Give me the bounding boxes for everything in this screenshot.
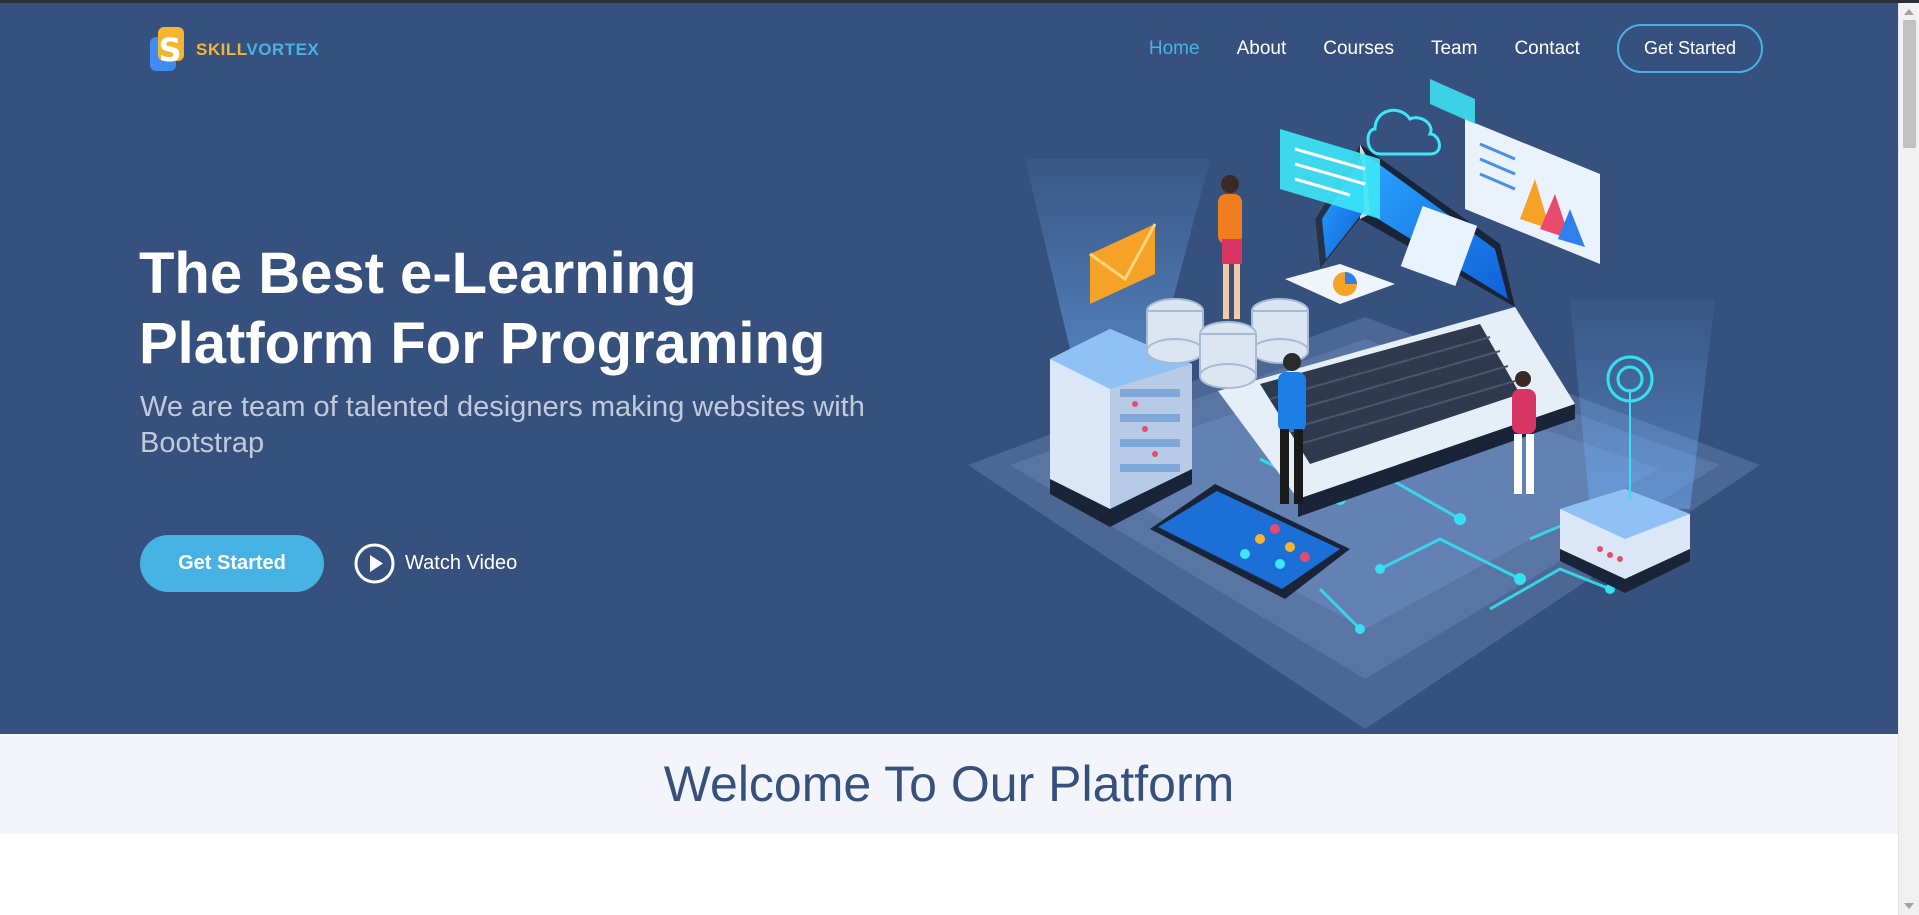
hero-title-line2: Platform For Programing [139,311,826,376]
nav-about[interactable]: About [1237,38,1287,60]
skillvortex-logo-icon: S [150,27,188,73]
nav-courses[interactable]: Courses [1323,38,1394,60]
hero-title: The Best e-Learning Platform For Program… [139,239,959,379]
get-started-button[interactable]: Get Started [140,535,324,592]
nav-contact[interactable]: Contact [1514,38,1579,60]
page-scrollbar[interactable] [1898,3,1919,915]
welcome-section: Welcome To Our Platform [0,734,1898,834]
welcome-title: Welcome To Our Platform [663,756,1235,812]
scroll-up-icon[interactable] [1904,9,1914,15]
watch-video-label: Watch Video [405,552,518,574]
elearning-illustration [968,79,1760,729]
nav-get-started-button[interactable]: Get Started [1616,24,1763,73]
brand-name: SKILLVORTEX [196,40,319,60]
scroll-thumb[interactable] [1903,20,1916,148]
brand-name-part2: VORTEX [246,40,320,59]
hero-section: S SKILLVORTEX Home About Courses Team Co… [0,3,1898,734]
main-nav: Home About Courses Team Contact Get Star… [1112,24,1763,73]
brand-logo[interactable]: S SKILLVORTEX [150,27,319,73]
hero-subtitle: We are team of talented designers making… [140,391,865,459]
hero-title-line1: The Best e-Learning [139,241,697,306]
play-circle-icon [354,543,395,584]
nav-team[interactable]: Team [1431,38,1477,60]
nav-home[interactable]: Home [1149,38,1200,60]
brand-name-part1: SKILL [196,40,247,59]
watch-video-link[interactable]: Watch Video [354,543,517,584]
scroll-down-icon[interactable] [1904,903,1914,909]
